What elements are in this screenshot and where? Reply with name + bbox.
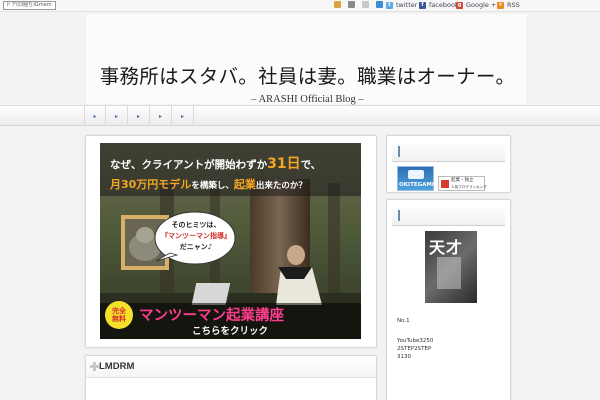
rss-icon: r bbox=[497, 2, 504, 9]
ranking-banner[interactable]: 起業・独立 人気ブログランキング bbox=[438, 176, 487, 191]
free-badge: 完全無料 bbox=[112, 307, 126, 323]
facebook-label: facebook bbox=[429, 1, 459, 9]
okitegami-banner[interactable]: OKITEGAMI bbox=[397, 166, 434, 191]
bubble-line-2: 『マンツーマン指導』 bbox=[161, 232, 231, 240]
site-header: 事務所はスタバ。社員は妻。職業はオーナー。 – ARASHI Official … bbox=[85, 14, 529, 105]
book-title: 天才 bbox=[429, 238, 464, 257]
google-plus-link[interactable]: g Google +1 bbox=[456, 1, 501, 10]
headline-mid: を構築し、 bbox=[191, 181, 234, 191]
hatena-bookmark-icon[interactable] bbox=[376, 1, 383, 8]
course-title: マンツーマン起業講座 bbox=[139, 308, 284, 324]
search-input[interactable]: ドア(同梱ち)Gmem bbox=[3, 1, 56, 10]
section-title: LMDRM bbox=[99, 361, 135, 372]
nav-item-5[interactable]: ▸ bbox=[172, 106, 194, 126]
site-title[interactable]: 事務所はスタバ。社員は妻。職業はオーナー。 bbox=[86, 60, 529, 89]
toolbar-icons bbox=[334, 1, 383, 8]
top-bar: ドア(同梱ち)Gmem t twitter f facebook g Googl… bbox=[0, 0, 600, 12]
headline-end: 出来たのか？ bbox=[255, 181, 307, 191]
widget-1-header bbox=[392, 142, 505, 162]
nav-item-3[interactable]: ▸ bbox=[128, 106, 150, 126]
okitegami-label: OKITEGAMI bbox=[399, 182, 434, 188]
twitter-link[interactable]: t twitter bbox=[386, 1, 417, 10]
bubble-line-3: だニャン♪ bbox=[179, 243, 213, 251]
rss-link[interactable]: r RSS bbox=[497, 1, 520, 10]
headline-kigyo: 起業 bbox=[233, 178, 256, 191]
headline-number: 31日 bbox=[267, 156, 301, 172]
headline-suffix: で、 bbox=[300, 159, 322, 171]
lock-icon[interactable] bbox=[362, 1, 369, 8]
headline-prefix: なぜ、クライアントが開始わずか bbox=[110, 159, 268, 171]
nav-item-4[interactable]: ▸ bbox=[150, 106, 172, 126]
rss-label: RSS bbox=[507, 1, 520, 9]
bubble-line-1: そのヒミツは、 bbox=[171, 221, 221, 229]
banner-headline-1: なぜ、クライアントが開始わずか31日で、 bbox=[110, 153, 360, 173]
speech-bubble: そのヒミツは、 『マンツーマン指導』 だニャン♪ bbox=[161, 220, 231, 253]
nav-item-2[interactable]: ▸ bbox=[106, 106, 128, 126]
widget-2-header bbox=[392, 206, 505, 226]
sidebar-line-3: 3130 bbox=[397, 354, 411, 360]
facebook-icon: f bbox=[419, 2, 426, 9]
google-plus-label: Google +1 bbox=[466, 1, 501, 9]
rank-text: No.1 bbox=[397, 318, 410, 324]
headline-model: 月30万円モデル bbox=[110, 178, 192, 191]
banner-headline-2: 月30万円モデルを構築し、起業出来たのか？ bbox=[110, 176, 360, 192]
ranking-icon bbox=[441, 180, 449, 188]
ranking-line-2: 人気ブログランキング bbox=[451, 185, 487, 189]
book-cover[interactable]: 天才 bbox=[425, 231, 477, 303]
sidebar-widget-2: 天才 No.1 YouTube3250 2STEP2STEP 3130 bbox=[386, 199, 511, 400]
sidebar-line-1: YouTube3250 bbox=[397, 338, 434, 344]
okitegami-icon bbox=[408, 170, 424, 179]
plus-icon bbox=[90, 362, 99, 371]
user-icon[interactable] bbox=[348, 1, 355, 8]
widget-header-bar bbox=[398, 210, 400, 221]
seminar-banner[interactable]: なぜ、クライアントが開始わずか31日で、 月30万円モデルを構築し、起業出来たの… bbox=[100, 143, 361, 339]
site-subtitle: – ARASHI Official Blog – bbox=[251, 94, 364, 105]
widget-header-bar bbox=[398, 146, 400, 157]
global-nav: ▸ ▸ ▸ ▸ ▸ bbox=[0, 105, 600, 126]
twitter-icon: t bbox=[386, 2, 393, 9]
google-plus-icon: g bbox=[456, 2, 463, 9]
cta-click[interactable]: こちらをクリック bbox=[192, 323, 268, 337]
mail-icon[interactable] bbox=[334, 1, 341, 8]
facebook-link[interactable]: f facebook bbox=[419, 1, 459, 10]
sidebar-widget-1: OKITEGAMI 起業・独立 人気ブログランキング bbox=[386, 135, 511, 193]
book-art bbox=[437, 257, 461, 289]
twitter-label: twitter bbox=[396, 1, 418, 9]
nav-item-1[interactable]: ▸ bbox=[84, 106, 106, 126]
sidebar-line-2: 2STEP2STEP bbox=[397, 346, 432, 352]
